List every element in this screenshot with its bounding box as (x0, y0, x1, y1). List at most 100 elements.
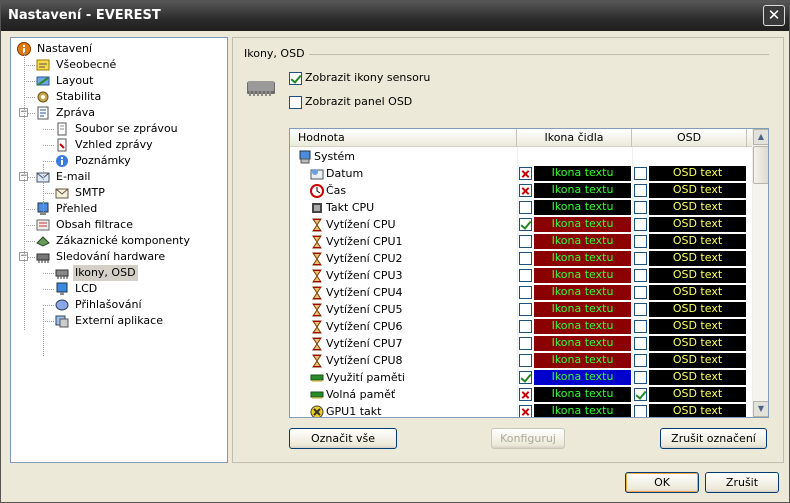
icon-text-preview[interactable]: Ikona textu (534, 302, 631, 317)
icon-text-preview[interactable]: Ikona textu (534, 404, 631, 417)
osd-enable-checkbox[interactable] (634, 303, 647, 316)
osd-enable-checkbox[interactable] (634, 184, 647, 197)
lcd-icon (55, 282, 69, 296)
table-row[interactable]: Vytížení CPU4 Ikona textu OSD text (290, 284, 752, 301)
icon-text-preview[interactable]: Ikona textu (534, 387, 631, 402)
icon-text-preview[interactable]: Ikona textu (534, 166, 631, 181)
osd-text-preview[interactable]: OSD text (649, 200, 746, 215)
icon-enable-checkbox[interactable] (519, 167, 532, 180)
osd-enable-checkbox[interactable] (634, 235, 647, 248)
ok-button[interactable]: OK (625, 472, 699, 493)
icon-text-preview[interactable]: Ikona textu (534, 319, 631, 334)
title-bar[interactable]: Nastavení - EVEREST ✕ (1, 1, 789, 31)
icon-enable-checkbox[interactable] (519, 235, 532, 248)
table-row[interactable]: Systém (290, 148, 752, 165)
icon-enable-checkbox[interactable] (519, 184, 532, 197)
icon-enable-checkbox[interactable] (519, 337, 532, 350)
cancel-button[interactable]: Zrušit (705, 472, 779, 493)
show-osd-panel-checkbox[interactable] (289, 95, 302, 109)
osd-enable-checkbox[interactable] (634, 371, 647, 384)
table-row[interactable]: Vytížení CPU2 Ikona textu OSD text (290, 250, 752, 267)
sensor-grid[interactable]: Hodnota Ikona čidla OSD Systém Datum Ikona… (289, 128, 769, 418)
icon-enable-checkbox[interactable] (519, 252, 532, 265)
configure-button[interactable]: Konfiguruj (491, 428, 565, 449)
osd-text-preview[interactable]: OSD text (649, 183, 746, 198)
icon-enable-checkbox[interactable] (519, 354, 532, 367)
table-row[interactable]: Vytížení CPU Ikona textu OSD text (290, 216, 752, 233)
osd-text-preview[interactable]: OSD text (649, 336, 746, 351)
osd-text-preview[interactable]: OSD text (649, 166, 746, 181)
show-osd-panel-option[interactable]: Zobrazit panel OSD (289, 95, 412, 111)
table-row[interactable]: Vytížení CPU8 Ikona textu OSD text (290, 352, 752, 369)
osd-enable-checkbox[interactable] (634, 201, 647, 214)
icon-text-preview[interactable]: Ikona textu (534, 353, 631, 368)
osd-text-preview[interactable]: OSD text (649, 302, 746, 317)
icon-text-preview[interactable]: Ikona textu (534, 200, 631, 215)
table-row[interactable]: Vytížení CPU6 Ikona textu OSD text (290, 318, 752, 335)
icon-text-preview[interactable]: Ikona textu (534, 370, 631, 385)
osd-text-preview[interactable]: OSD text (649, 234, 746, 249)
icon-text-preview[interactable]: Ikona textu (534, 234, 631, 249)
general-settings-icon (36, 58, 50, 72)
table-row[interactable]: Datum Ikona textu OSD text (290, 165, 752, 182)
osd-text-preview[interactable]: OSD text (649, 404, 746, 417)
icon-enable-checkbox[interactable] (519, 286, 532, 299)
column-header-name[interactable]: Hodnota (290, 129, 517, 147)
icon-enable-checkbox[interactable] (519, 269, 532, 282)
column-header-osd[interactable]: OSD (632, 129, 747, 147)
osd-text-preview[interactable]: OSD text (649, 217, 746, 232)
table-row[interactable]: Vytížení CPU7 Ikona textu OSD text (290, 335, 752, 352)
table-row[interactable]: Vytížení CPU1 Ikona textu OSD text (290, 233, 752, 250)
osd-text-preview[interactable]: OSD text (649, 319, 746, 334)
table-row[interactable]: Takt CPU Ikona textu OSD text (290, 199, 752, 216)
show-sensor-icons-option[interactable]: Zobrazit ikony sensoru (289, 71, 430, 87)
select-all-button[interactable]: Označit vše (289, 428, 397, 449)
osd-enable-checkbox[interactable] (634, 337, 647, 350)
osd-enable-checkbox[interactable] (634, 167, 647, 180)
osd-enable-checkbox[interactable] (634, 405, 647, 417)
icon-enable-checkbox[interactable] (519, 371, 532, 384)
scroll-thumb[interactable] (753, 146, 768, 184)
icon-enable-checkbox[interactable] (519, 320, 532, 333)
osd-text-preview[interactable]: OSD text (649, 285, 746, 300)
table-row[interactable]: Vytížení CPU3 Ikona textu OSD text (290, 267, 752, 284)
scroll-up-button[interactable]: ▲ (753, 129, 768, 145)
osd-text-preview[interactable]: OSD text (649, 251, 746, 266)
row-label: Čas (326, 184, 347, 197)
icon-text-preview[interactable]: Ikona textu (534, 336, 631, 351)
column-header-icon[interactable]: Ikona čidla (517, 129, 632, 147)
icon-enable-checkbox[interactable] (519, 303, 532, 316)
osd-text-preview[interactable]: OSD text (649, 353, 746, 368)
clear-selection-button[interactable]: Zrušit označení (660, 428, 767, 449)
table-row[interactable]: Vytížení CPU5 Ikona textu OSD text (290, 301, 752, 318)
osd-text-preview[interactable]: OSD text (649, 387, 746, 402)
icon-enable-checkbox[interactable] (519, 405, 532, 417)
vertical-scrollbar[interactable]: ▲ ▼ (752, 129, 768, 417)
table-row[interactable]: GPU1 takt Ikona textu OSD text (290, 403, 752, 417)
osd-enable-checkbox[interactable] (634, 320, 647, 333)
close-button[interactable]: ✕ (763, 5, 785, 26)
icon-enable-checkbox[interactable] (519, 388, 532, 401)
osd-enable-checkbox[interactable] (634, 269, 647, 282)
table-row[interactable]: Využití paměti Ikona textu OSD text (290, 369, 752, 386)
osd-enable-checkbox[interactable] (634, 218, 647, 231)
tree-connector (24, 225, 35, 226)
osd-enable-checkbox[interactable] (634, 252, 647, 265)
osd-enable-checkbox[interactable] (634, 388, 647, 401)
icon-enable-checkbox[interactable] (519, 201, 532, 214)
settings-tree[interactable]: Nastavení Všeobecné Layout Stabilita Zpráva −… (10, 37, 228, 463)
icon-text-preview[interactable]: Ikona textu (534, 183, 631, 198)
icon-text-preview[interactable]: Ikona textu (534, 217, 631, 232)
icon-text-preview[interactable]: Ikona textu (534, 268, 631, 283)
scroll-down-button[interactable]: ▼ (753, 401, 768, 417)
osd-enable-checkbox[interactable] (634, 354, 647, 367)
osd-enable-checkbox[interactable] (634, 286, 647, 299)
table-row[interactable]: Čas Ikona textu OSD text (290, 182, 752, 199)
osd-text-preview[interactable]: OSD text (649, 370, 746, 385)
show-sensor-icons-checkbox[interactable] (289, 71, 302, 85)
table-row[interactable]: Volná paměť Ikona textu OSD text (290, 386, 752, 403)
icon-text-preview[interactable]: Ikona textu (534, 285, 631, 300)
icon-text-preview[interactable]: Ikona textu (534, 251, 631, 266)
icon-enable-checkbox[interactable] (519, 218, 532, 231)
osd-text-preview[interactable]: OSD text (649, 268, 746, 283)
